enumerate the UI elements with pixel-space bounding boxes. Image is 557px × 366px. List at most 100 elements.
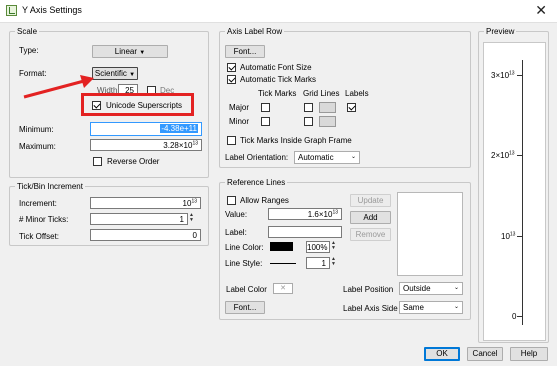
- chevron-down-icon: ⌄: [350, 154, 356, 160]
- ref-value-exponent: 13: [332, 209, 338, 216]
- minor-grid-checkbox[interactable]: [304, 117, 313, 126]
- ref-label-label: Label:: [225, 228, 247, 237]
- major-grid-color-swatch[interactable]: [319, 102, 336, 113]
- allow-ranges-checkbox[interactable]: [227, 196, 236, 205]
- maximum-value: 3.28×10: [163, 141, 193, 150]
- line-color-swatch[interactable]: [270, 242, 293, 251]
- minimum-value: -4.38e+11: [160, 124, 198, 133]
- unicode-superscripts-label: Unicode Superscripts: [106, 101, 183, 110]
- cancel-button[interactable]: Cancel: [467, 347, 503, 361]
- reverse-order-label: Reverse Order: [107, 157, 160, 166]
- tick-bin-legend: Tick/Bin Increment: [17, 182, 83, 191]
- unicode-superscripts-checkbox[interactable]: [92, 101, 101, 110]
- tick-offset-label: Tick Offset:: [19, 232, 60, 241]
- line-width-spinner[interactable]: ▲ ▼: [331, 257, 337, 267]
- type-dropdown[interactable]: Linear ▼: [92, 45, 168, 58]
- maximum-exponent: 13: [192, 140, 198, 147]
- reverse-order-checkbox[interactable]: [93, 157, 102, 166]
- preview-axis-line: [522, 60, 523, 325]
- label-position-label: Label Position: [343, 285, 394, 294]
- add-button[interactable]: Add: [350, 211, 391, 224]
- minimum-label: Minimum:: [19, 125, 54, 134]
- remove-button[interactable]: Remove: [350, 228, 391, 241]
- major-label: Major: [229, 103, 250, 112]
- minor-ticks-field[interactable]: 1: [90, 213, 188, 225]
- auto-font-size-checkbox[interactable]: [227, 63, 236, 72]
- jmp-app-icon: [6, 5, 17, 16]
- label-color-label: Label Color: [226, 285, 267, 294]
- preview-panel: [483, 42, 546, 341]
- inside-frame-checkbox[interactable]: [227, 136, 236, 145]
- label-color-swatch[interactable]: ✕: [273, 283, 293, 294]
- value-label: Value:: [225, 210, 248, 219]
- maximum-label: Maximum:: [19, 142, 56, 151]
- col-grid-lines: Grid Lines: [303, 89, 340, 98]
- ref-label-field[interactable]: [268, 226, 342, 238]
- ref-font-button[interactable]: Font...: [225, 301, 265, 314]
- inside-frame-label: Tick Marks Inside Graph Frame: [240, 136, 352, 145]
- preview-tick: [517, 316, 522, 317]
- orientation-label: Label Orientation:: [225, 153, 289, 162]
- auto-tick-marks-checkbox[interactable]: [227, 75, 236, 84]
- type-label: Type:: [19, 46, 39, 55]
- preview-tick-label: 2×1013: [491, 150, 515, 160]
- label-axis-side-label: Label Axis Side: [343, 304, 398, 313]
- preview-tick: [517, 75, 522, 76]
- chevron-down-icon: ⌄: [453, 304, 459, 310]
- increment-exponent: 13: [191, 198, 197, 205]
- opacity-field[interactable]: 100%: [306, 241, 330, 253]
- preview-tick: [517, 155, 522, 156]
- minor-tick-checkbox[interactable]: [261, 117, 270, 126]
- label-axis-side-value: Same: [403, 303, 424, 312]
- increment-label: Increment:: [19, 199, 57, 208]
- auto-font-size-label: Automatic Font Size: [240, 63, 312, 72]
- line-style-sample[interactable]: [270, 263, 296, 264]
- minor-label: Minor: [229, 117, 250, 126]
- line-style-label: Line Style:: [225, 259, 263, 268]
- tick-offset-field[interactable]: 0: [90, 229, 201, 241]
- reference-lines-list[interactable]: [397, 192, 463, 276]
- maximum-field[interactable]: 3.28×1013: [90, 139, 202, 151]
- preview-tick-label: 3×1013: [491, 70, 515, 80]
- major-labels-checkbox[interactable]: [347, 103, 356, 112]
- opacity-spinner[interactable]: ▲ ▼: [331, 241, 337, 251]
- reference-lines-legend: Reference Lines: [227, 178, 286, 187]
- major-tick-checkbox[interactable]: [261, 103, 270, 112]
- allow-ranges-label: Allow Ranges: [240, 196, 289, 205]
- update-button[interactable]: Update: [350, 194, 391, 207]
- major-grid-checkbox[interactable]: [304, 103, 313, 112]
- col-tick-marks: Tick Marks: [258, 89, 297, 98]
- auto-tick-marks-label: Automatic Tick Marks: [240, 75, 317, 84]
- ok-button[interactable]: OK: [424, 347, 460, 361]
- type-value: Linear: [114, 47, 138, 56]
- ref-value-field[interactable]: 1.6×1013: [268, 208, 342, 220]
- line-width-field[interactable]: 1: [306, 257, 330, 269]
- orientation-value: Automatic: [298, 153, 334, 162]
- preview-tick: [517, 236, 522, 237]
- line-color-label: Line Color:: [225, 243, 264, 252]
- ref-value: 1.6×10: [307, 210, 333, 219]
- minor-ticks-spinner[interactable]: ▲ ▼: [189, 213, 195, 223]
- minimum-field[interactable]: -4.38e+11: [90, 122, 202, 136]
- minor-grid-color-swatch[interactable]: [319, 116, 336, 127]
- label-position-value: Outside: [403, 284, 431, 293]
- minor-ticks-label: # Minor Ticks:: [19, 215, 69, 224]
- close-icon[interactable]: ✕: [535, 2, 547, 19]
- axis-font-button[interactable]: Font...: [225, 45, 265, 58]
- chevron-down-icon: ⌄: [453, 285, 459, 291]
- label-axis-side-select[interactable]: Same ⌄: [399, 301, 463, 314]
- chevron-down-icon: ▼: [139, 50, 146, 56]
- col-labels: Labels: [345, 89, 369, 98]
- scale-legend: Scale: [17, 27, 38, 36]
- title-bar: Y Axis Settings ✕: [0, 0, 557, 23]
- help-button[interactable]: Help: [510, 347, 548, 361]
- orientation-select[interactable]: Automatic ⌄: [294, 151, 360, 164]
- axis-label-row-legend: Axis Label Row: [227, 27, 283, 36]
- increment-field[interactable]: 1013: [90, 197, 201, 209]
- preview-tick-label: 1013: [501, 231, 516, 241]
- preview-tick-label: 0: [512, 312, 517, 321]
- label-position-select[interactable]: Outside ⌄: [399, 282, 463, 295]
- chevron-down-icon: ▼: [129, 72, 136, 78]
- window-title: Y Axis Settings: [22, 5, 82, 15]
- preview-legend: Preview: [486, 27, 515, 36]
